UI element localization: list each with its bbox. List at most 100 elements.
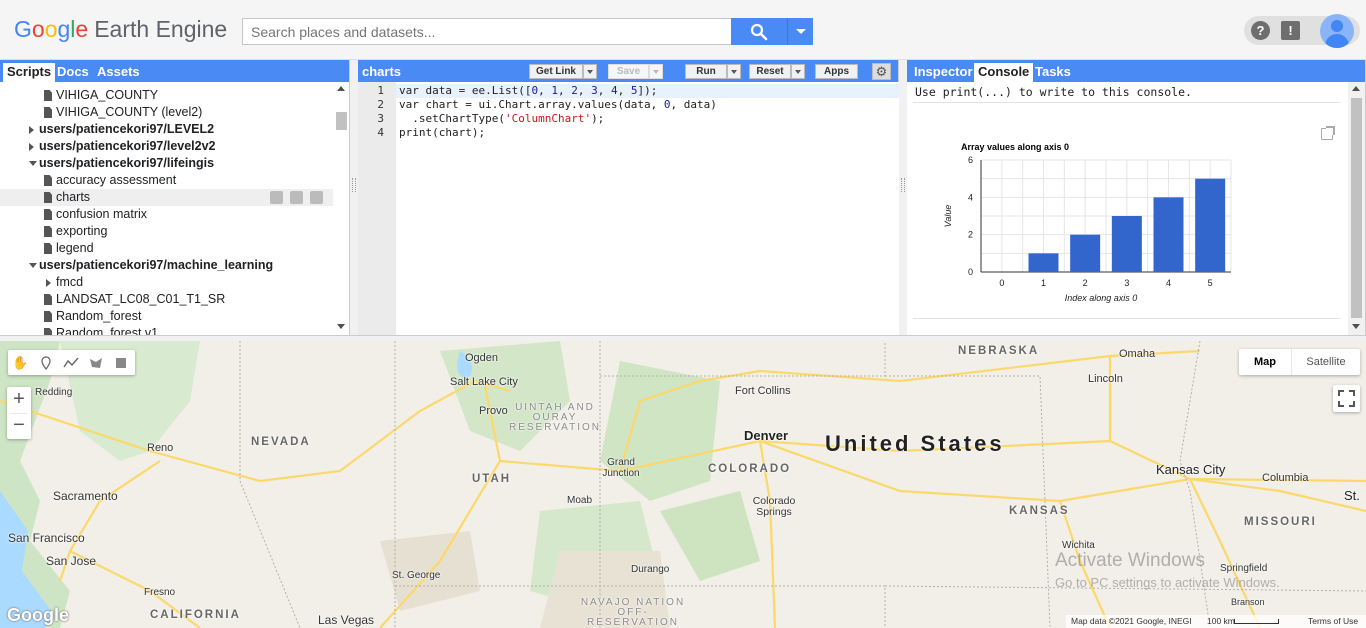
reset-button[interactable]: Reset [749, 64, 791, 79]
map-label-city: Reno [147, 442, 174, 454]
file-icon [44, 328, 52, 335]
scroll-up-icon[interactable] [1352, 86, 1360, 91]
polygon-icon[interactable] [86, 353, 105, 372]
tree-folder[interactable]: users/patiencekori97/level2v2 [0, 138, 333, 155]
search-button[interactable] [731, 18, 787, 45]
tree-item-label: users/patiencekori97/level2v2 [39, 139, 216, 153]
scroll-down-icon[interactable] [337, 324, 345, 329]
tree-file[interactable]: confusion matrix [0, 206, 333, 223]
feedback-icon[interactable]: ! [1281, 21, 1300, 40]
save-button[interactable]: Save [608, 64, 649, 79]
marker-icon[interactable] [36, 353, 55, 372]
hand-pan-icon[interactable]: ✋ [11, 353, 30, 372]
zoom-in-button[interactable]: + [7, 387, 31, 413]
scrollbar-thumb[interactable] [1351, 98, 1362, 318]
scrollbar-thumb[interactable] [336, 112, 347, 130]
chart-y-tick-label: 4 [968, 192, 973, 202]
tree-file[interactable]: exporting [0, 223, 333, 240]
delete-icon[interactable] [310, 191, 323, 204]
expand-arrow-icon[interactable] [29, 126, 34, 134]
fullscreen-icon[interactable] [1333, 385, 1360, 412]
tree-file[interactable]: Random_forest v1 [0, 325, 333, 335]
get-link-button[interactable]: Get Link [529, 64, 583, 79]
tree-item-label: users/patiencekori97/LEVEL2 [39, 122, 215, 136]
gear-icon[interactable]: ⚙ [872, 63, 891, 80]
scroll-down-icon[interactable] [1352, 324, 1360, 329]
map-type-satellite-button[interactable]: Satellite [1291, 349, 1360, 375]
right-splitter[interactable] [899, 60, 907, 335]
edit-icon[interactable] [290, 191, 303, 204]
help-icon[interactable]: ? [1251, 21, 1270, 40]
map-scale-bar [1234, 619, 1279, 624]
tree-folder[interactable]: users/patiencekori97/machine_learning [0, 257, 333, 274]
zoom-out-button[interactable]: − [7, 413, 31, 439]
tab-inspector[interactable]: Inspector [910, 63, 977, 82]
tree-file[interactable]: charts [0, 189, 333, 206]
tree-file[interactable]: Random_forest [0, 308, 333, 325]
map-label-kansas: KANSAS [1009, 505, 1070, 517]
map-label-city: Grand Junction [602, 457, 640, 479]
apps-button[interactable]: Apps [815, 64, 858, 79]
tree-file[interactable]: VIHIGA_COUNTY (level2) [0, 104, 333, 121]
tab-docs[interactable]: Docs [53, 63, 93, 82]
popout-icon[interactable] [1321, 126, 1335, 140]
run-dropdown[interactable] [727, 64, 741, 79]
code-line[interactable]: var chart = ui.Chart.array.values(data, … [399, 98, 717, 111]
search-icon [750, 23, 768, 40]
map-scale-label[interactable]: 100 km [1207, 615, 1235, 628]
tree-scrollbar[interactable] [333, 82, 349, 335]
code-area[interactable]: var data = ee.List([0, 1, 2, 3, 4, 5]); v… [396, 82, 899, 335]
collapse-arrow-icon[interactable] [29, 161, 37, 166]
history-icon[interactable] [270, 191, 283, 204]
file-icon [44, 192, 52, 203]
tab-tasks[interactable]: Tasks [1031, 63, 1075, 82]
tree-file[interactable]: fmcd [0, 274, 333, 291]
run-button[interactable]: Run [685, 64, 727, 79]
search-input[interactable] [242, 18, 732, 45]
console-scrollbar[interactable] [1348, 82, 1365, 335]
scroll-up-icon[interactable] [337, 86, 345, 91]
line-number: 2 [377, 98, 384, 111]
account-avatar-icon[interactable] [1320, 14, 1354, 48]
rectangle-icon[interactable] [111, 353, 130, 372]
tree-file[interactable]: LANDSAT_LC08_C01_T1_SR [0, 291, 333, 308]
collapse-arrow-icon[interactable] [29, 263, 37, 268]
chart-y-axis-label: Value [943, 205, 953, 228]
chart-x-tick-label: 0 [999, 278, 1004, 288]
map-data-credit[interactable]: Map data ©2021 Google, INEGI [1071, 615, 1192, 628]
tab-console[interactable]: Console [974, 63, 1034, 82]
line-number: 4 [377, 126, 384, 139]
expand-arrow-icon[interactable] [29, 143, 34, 151]
map-view[interactable]: NEBRASKA NEVADA UTAH COLORADO KANSAS MIS… [0, 341, 1366, 628]
terms-of-use-link[interactable]: Terms of Use [1308, 615, 1358, 628]
map-label-city: Salt Lake City [450, 376, 518, 388]
chart-y-tick-label: 6 [968, 155, 973, 165]
code-line[interactable]: .setChartType('ColumnChart'); [399, 112, 604, 125]
left-splitter[interactable] [350, 60, 358, 335]
save-dropdown[interactable] [649, 64, 663, 79]
tab-assets[interactable]: Assets [93, 63, 144, 82]
search-options-dropdown[interactable] [787, 18, 813, 45]
map-label-reservation: NAVAJO NATION OFF-RESERVATION TRUST LAND [580, 597, 686, 628]
map-label-city: Omaha [1119, 348, 1156, 360]
tree-folder[interactable]: users/patiencekori97/LEVEL2 [0, 121, 333, 138]
map-label-colorado: COLORADO [708, 463, 792, 475]
map-label-city: Ogden [465, 352, 499, 364]
map-type-map-button[interactable]: Map [1239, 349, 1291, 375]
expand-arrow-icon[interactable] [46, 279, 51, 287]
tree-file[interactable]: accuracy assessment [0, 172, 333, 189]
tab-scripts[interactable]: Scripts [3, 63, 56, 82]
code-line[interactable]: print(chart); [399, 126, 485, 139]
file-icon [44, 294, 52, 305]
tree-file[interactable]: VIHIGA_COUNTY [0, 87, 333, 104]
tree-item-label: VIHIGA_COUNTY (level2) [56, 105, 203, 119]
tree-folder[interactable]: users/patiencekori97/lifeingis [0, 155, 333, 172]
polyline-icon[interactable] [61, 353, 80, 372]
earth-engine-logo[interactable]: Google Earth Engine [14, 16, 227, 46]
google-map-logo[interactable]: Google [7, 605, 69, 626]
reset-dropdown[interactable] [791, 64, 805, 79]
file-icon [44, 90, 52, 101]
code-line[interactable]: var data = ee.List([0, 1, 2, 3, 4, 5]); [399, 84, 657, 97]
get-link-dropdown[interactable] [583, 64, 597, 79]
tree-file[interactable]: legend [0, 240, 333, 257]
